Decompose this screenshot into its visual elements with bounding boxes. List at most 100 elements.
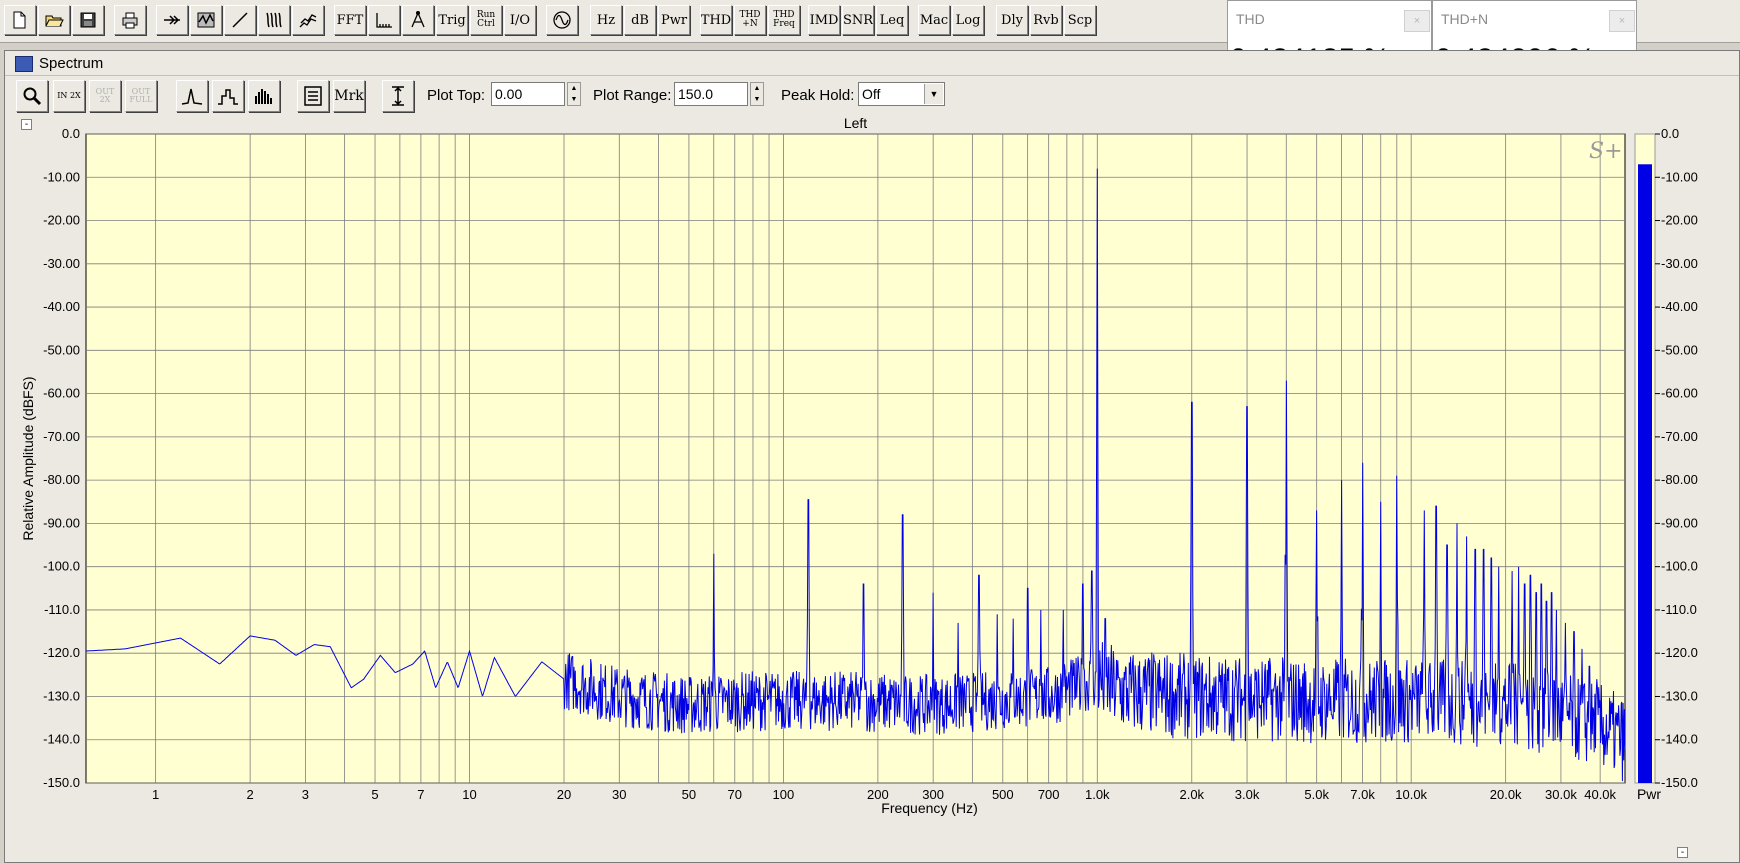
thd-freq-button[interactable]: THD Freq (768, 5, 800, 35)
ramp-icon-glyph (232, 12, 248, 28)
y-tick-label: -100.0 (43, 559, 80, 574)
open-folder-icon-glyph (45, 15, 64, 27)
meter-collapse-icon[interactable]: - (1677, 847, 1688, 858)
thd-meter-close-button[interactable]: × (1404, 10, 1430, 32)
log-button[interactable]: Log (952, 5, 984, 35)
open-folder-icon[interactable] (38, 5, 70, 35)
marker-button[interactable]: Mrk (333, 80, 365, 112)
plot-top-input[interactable] (491, 82, 565, 106)
signal-forward-icon-glyph (164, 15, 180, 25)
dly-button[interactable]: Dly (996, 5, 1028, 35)
x-tick-label: 20 (557, 787, 571, 802)
waterfall-icon[interactable] (292, 5, 324, 35)
calibrate-icon[interactable] (402, 5, 434, 35)
trig-button[interactable]: Trig (436, 5, 468, 35)
meter-tick-label: -50.00 (1661, 342, 1698, 357)
thd-n-button[interactable]: THD +N (734, 5, 766, 35)
rvb-button[interactable]: Rvb (1030, 5, 1062, 35)
x-tick-label: 40.0k (1584, 787, 1616, 802)
run-ctrl-button[interactable]: Run Ctrl (470, 5, 502, 35)
plot-range-input[interactable] (674, 82, 748, 106)
peak-hold-select[interactable]: Off ▼ (858, 82, 945, 106)
save-disk-icon-glyph (80, 12, 96, 28)
thd-button[interactable]: THD (700, 5, 732, 35)
db-button-label: dB (631, 12, 649, 28)
bar-mode-button[interactable] (248, 80, 280, 112)
signal-forward-icon[interactable] (156, 5, 188, 35)
plot-range-spinner[interactable]: ▲ ▼ (750, 82, 764, 106)
plot-top-spinner[interactable]: ▲ ▼ (567, 82, 581, 106)
meter-tick-label: -20.00 (1661, 213, 1698, 228)
zoom-out-full-button[interactable]: OUT FULL (125, 80, 157, 112)
scale-button-glyph (376, 13, 392, 28)
y-tick-label: -140.0 (43, 732, 80, 747)
imd-button[interactable]: IMD (808, 5, 840, 35)
run-ctrl-button-label: Run Ctrl (476, 10, 496, 29)
x-tick-label: 700 (1038, 787, 1060, 802)
x-tick-label: 50 (682, 787, 696, 802)
meter-tick-label: -60.00 (1661, 386, 1698, 401)
y-tick-label: -120.0 (43, 645, 80, 660)
x-tick-label: 100 (773, 787, 795, 802)
new-file-icon[interactable] (4, 5, 36, 35)
x-tick-label: 20.0k (1490, 787, 1522, 802)
snr-button-label: SNR (842, 12, 874, 28)
plot-range-button[interactable] (382, 80, 414, 112)
meter-tick-label: -100.0 (1661, 559, 1698, 574)
meter-tick-label: -130.0 (1661, 688, 1698, 703)
spectrum-scope-icon[interactable] (190, 5, 222, 35)
level-meter-bar (1638, 164, 1652, 783)
line-trace-icon (181, 88, 203, 105)
fft-button[interactable]: FFT (334, 5, 366, 35)
x-tick-label: 10.0k (1395, 787, 1427, 802)
leq-button-label: Leq (879, 12, 905, 28)
x-tick-label: 3 (302, 787, 309, 802)
thd-meter-title: THD (1236, 11, 1265, 27)
meter-tick-label: -70.00 (1661, 429, 1698, 444)
spectrum-chart[interactable]: 0.0 -10.00 -20.00 -30.00 -40.00 -50.00 -60.00 -… (9, 117, 1735, 862)
scp-button-label: Scp (1067, 12, 1093, 28)
x-tick-label: 1.0k (1085, 787, 1110, 802)
step-mode-button[interactable] (212, 80, 244, 112)
x-tick-label: 3.0k (1235, 787, 1260, 802)
y-tick-label: -80.00 (43, 472, 80, 487)
mac-button[interactable]: Mac (918, 5, 950, 35)
scale-button[interactable] (368, 5, 400, 35)
peak-hold-label: Peak Hold: (781, 87, 855, 104)
generator-icon-glyph (553, 11, 571, 29)
leq-button[interactable]: Leq (876, 5, 908, 35)
db-button[interactable]: dB (624, 5, 656, 35)
ramp-icon[interactable] (224, 5, 256, 35)
new-file-icon-glyph (13, 11, 26, 29)
meter-tick-label: -10.00 (1661, 169, 1698, 184)
y-tick-label: -130.0 (43, 688, 80, 703)
y-tick-label: -40.00 (43, 299, 80, 314)
meter-tick-label: -120.0 (1661, 645, 1698, 660)
io-button[interactable]: I/O (504, 5, 536, 35)
imd-button-label: IMD (809, 12, 839, 28)
generator-icon[interactable] (546, 5, 578, 35)
hz-button-label: Hz (596, 12, 616, 28)
hz-button[interactable]: Hz (590, 5, 622, 35)
fft-button-label: FFT (336, 12, 364, 28)
spectrogram-icon[interactable] (258, 5, 290, 35)
y-tick-label: -10.00 (43, 169, 80, 184)
pwr-button[interactable]: Pwr (658, 5, 690, 35)
zoom-button[interactable] (16, 80, 48, 112)
magnifier-icon (23, 87, 42, 106)
print-icon[interactable] (114, 5, 146, 35)
plot-area: 0.0 -10.00 -20.00 -30.00 -40.00 -50.00 -60.00 -… (9, 117, 1735, 862)
thdn-meter-close-button[interactable]: × (1609, 10, 1635, 32)
save-disk-icon[interactable] (72, 5, 104, 35)
settings-list-button[interactable] (297, 80, 329, 112)
collapse-icon[interactable]: - (21, 119, 32, 130)
spectrogram-icon-glyph (266, 12, 282, 28)
thd-freq-button-label: THD Freq (773, 10, 795, 29)
plot-top-label: Plot Top: (427, 87, 486, 104)
snr-button[interactable]: SNR (842, 5, 874, 35)
line-mode-button[interactable] (176, 80, 208, 112)
zoom-out-2x-button[interactable]: OUT 2X (89, 80, 121, 112)
scp-button[interactable]: Scp (1064, 5, 1096, 35)
vertical-range-icon (392, 86, 404, 106)
zoom-in-2x-button[interactable]: IN 2X (53, 80, 85, 112)
